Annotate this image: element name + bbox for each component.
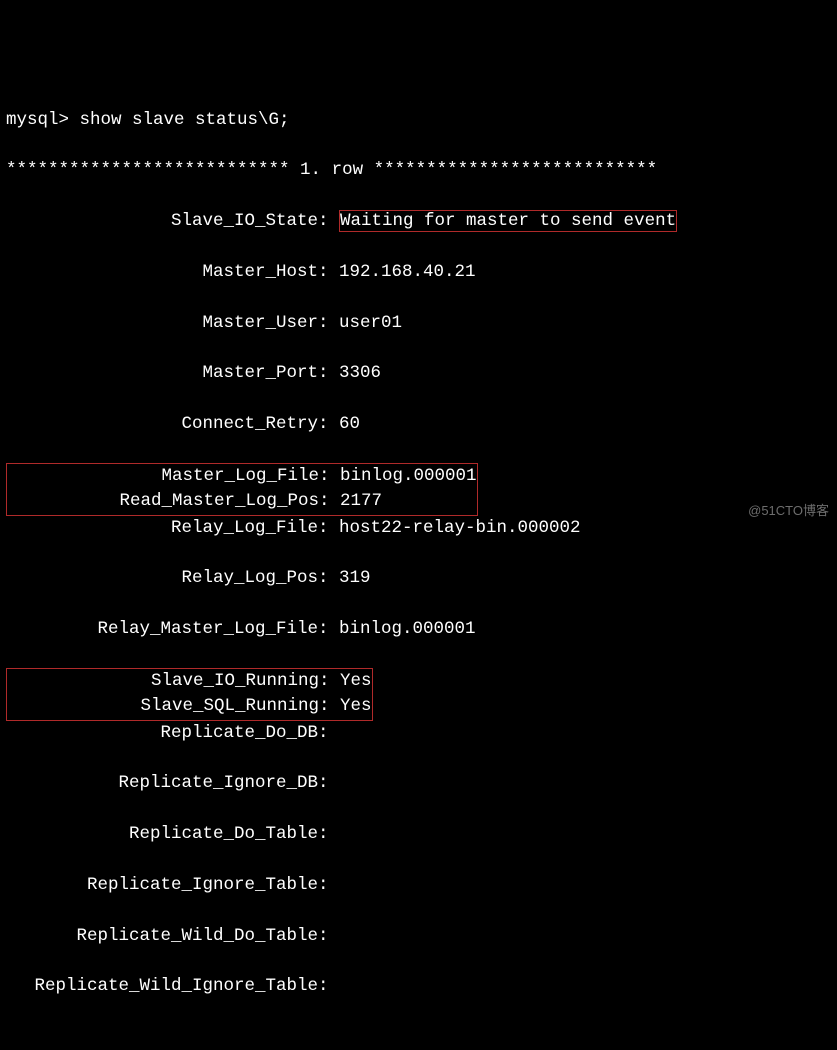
row-sep-right: *************************** [363,160,657,180]
label-replicate-ignore-table: Replicate_Ignore_Table [6,873,318,898]
field-connect-retry: Connect_Retry: 60 [6,412,837,437]
field-replicate-wild-do-table: Replicate_Wild_Do_Table: [6,924,837,949]
label-read-master-log-pos: Read_Master_Log_Pos [7,489,319,514]
value-relay-log-pos: 319 [339,568,371,588]
label-relay-master-log-file: Relay_Master_Log_File [6,617,318,642]
label-replicate-ignore-db: Replicate_Ignore_DB [6,771,318,796]
field-master-user: Master_User: user01 [6,311,837,336]
mysql-prompt: mysql> [6,110,80,130]
label-slave-io-running: Slave_IO_Running [7,669,319,694]
highlight-box-logpos: Master_Log_File: binlog.000001Read_Maste… [6,491,478,511]
value-slave-io-state: Waiting for master to send event [339,210,677,232]
label-replicate-wild-ignore-table: Replicate_Wild_Ignore_Table [6,974,318,999]
label-replicate-wild-do-table: Replicate_Wild_Do_Table [6,924,318,949]
field-relay-master-log-file: Relay_Master_Log_File: binlog.000001 [6,617,837,642]
field-replicate-ignore-db: Replicate_Ignore_DB: [6,771,837,796]
field-slave-io-running: Slave_IO_Running: Yes [7,669,372,694]
label-replicate-do-table: Replicate_Do_Table [6,822,318,847]
label-master-port: Master_Port [6,361,318,386]
value-master-port: 3306 [339,363,381,383]
command-line[interactable]: mysql> show slave status\G; [6,108,837,133]
value-relay-log-file: host22-relay-bin.000002 [339,518,581,538]
label-master-host: Master_Host [6,260,318,285]
label-slave-io-state: Slave_IO_State [6,209,318,234]
label-master-log-file: Master_Log_File [7,464,319,489]
field-read-master-log-pos: Read_Master_Log_Pos: 2177 [7,489,477,514]
label-connect-retry: Connect_Retry [6,412,318,437]
field-replicate-do-db: Replicate_Do_DB: [6,721,837,746]
value-master-user: user01 [339,313,402,333]
command-text: show slave status\G; [80,110,290,130]
watermark: @51CTO博客 [748,502,829,521]
field-replicate-wild-ignore-table: Replicate_Wild_Ignore_Table: [6,974,837,999]
row-sep-left: *************************** 1. [6,160,332,180]
field-replicate-do-table: Replicate_Do_Table: [6,822,837,847]
field-relay-log-file: Relay_Log_File: host22-relay-bin.000002 [6,516,837,541]
value-master-host: 192.168.40.21 [339,262,476,282]
highlight-box-running: Slave_IO_Running: YesSlave_SQL_Running: … [6,696,373,716]
field-slave-sql-running: Slave_SQL_Running: Yes [7,694,372,719]
value-slave-sql-running: Yes [340,696,372,716]
label-relay-log-file: Relay_Log_File [6,516,318,541]
label-slave-sql-running: Slave_SQL_Running [7,694,319,719]
field-slave-io-state: Slave_IO_State: Waiting for master to se… [6,209,837,234]
field-relay-log-pos: Relay_Log_Pos: 319 [6,566,837,591]
row-separator: *************************** 1. row *****… [6,158,837,183]
field-master-port: Master_Port: 3306 [6,361,837,386]
field-master-log-file: Master_Log_File: binlog.000001 [7,464,477,489]
value-slave-io-running: Yes [340,671,372,691]
row-sep-word: row [332,160,364,180]
value-master-log-file: binlog.000001 [340,466,477,486]
field-replicate-ignore-table: Replicate_Ignore_Table: [6,873,837,898]
value-read-master-log-pos: 2177 [340,491,382,511]
label-replicate-do-db: Replicate_Do_DB [6,721,318,746]
label-relay-log-pos: Relay_Log_Pos [6,566,318,591]
value-connect-retry: 60 [339,414,360,434]
field-master-host: Master_Host: 192.168.40.21 [6,260,837,285]
value-relay-master-log-file: binlog.000001 [339,619,476,639]
label-master-user: Master_User [6,311,318,336]
